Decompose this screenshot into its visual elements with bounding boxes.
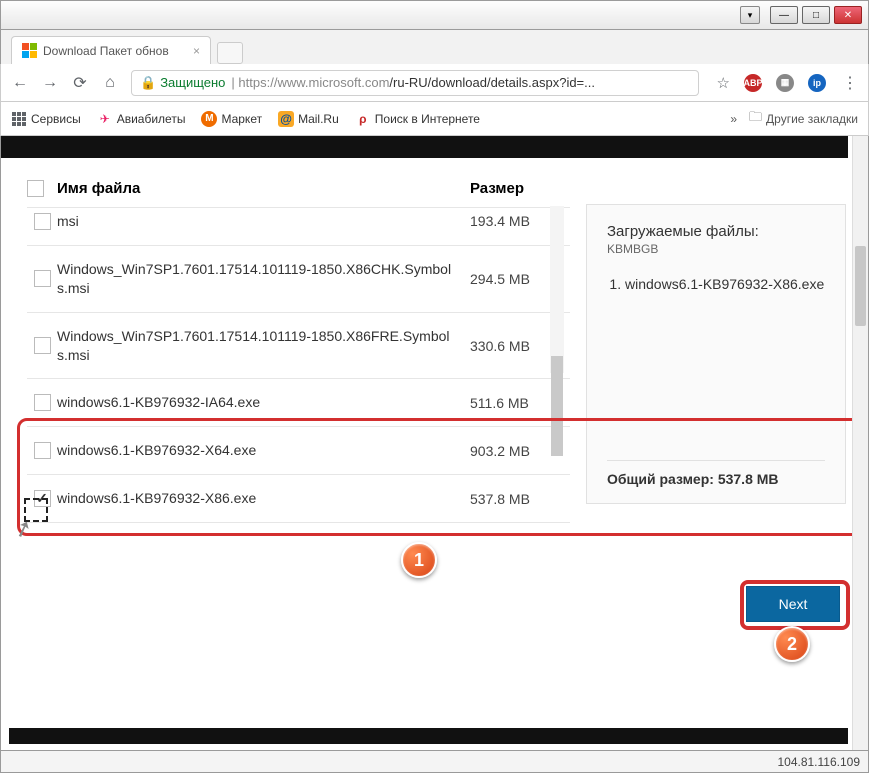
step-badge-1: 1 [401, 542, 437, 578]
bookmarks-overflow-button[interactable]: » [730, 112, 737, 126]
table-row[interactable]: windows6.1-KB976932-IA64.exe 511.6 MB [27, 379, 570, 427]
summary-total: Общий размер: 537.8 MB [607, 460, 825, 487]
page-header-band [1, 136, 848, 158]
table-header-row: Имя файла Размер [27, 174, 570, 208]
browser-toolbar: ← → ⟳ ⌂ 🔒 Защищено | https://www.microso… [0, 64, 869, 102]
url-path: /ru-RU/download/details.aspx?id=... [389, 75, 595, 90]
row-checkbox[interactable] [34, 337, 51, 354]
maximize-button[interactable]: □ [802, 6, 830, 24]
page-viewport: Имя файла Размер msi 193.4 MB Windows_Wi… [0, 136, 869, 751]
files-column: Имя файла Размер msi 193.4 MB Windows_Wi… [9, 164, 578, 523]
scrollbar-thumb[interactable] [551, 356, 563, 456]
table-row[interactable]: Windows_Win7SP1.7601.17514.101119-1850.X… [27, 313, 570, 380]
col-filename: Имя файла [57, 180, 470, 197]
step-badge-2: 2 [774, 626, 810, 662]
download-summary-panel: Загружаемые файлы: KBMBGB windows6.1-KB9… [586, 204, 846, 504]
extension-3-icon[interactable]: ip [808, 74, 826, 92]
viewport-scrollbar[interactable] [852, 136, 868, 750]
bookmark-mailru[interactable]: @Mail.Ru [278, 111, 339, 127]
secure-label: Защищено [160, 75, 225, 90]
home-button[interactable]: ⌂ [101, 74, 119, 92]
file-name: Windows_Win7SP1.7601.17514.101119-1850.X… [57, 327, 470, 365]
apps-icon [11, 111, 27, 127]
table-row[interactable]: msi 193.4 MB [27, 208, 570, 246]
scrollbar-thumb[interactable] [855, 246, 866, 326]
url-host: https://www.microsoft.com [238, 75, 389, 90]
status-bar: 104.81.116.109 [0, 751, 869, 773]
inner-scrollbar[interactable] [550, 206, 564, 373]
summary-subtitle: KBMBGB [607, 242, 825, 256]
market-icon: M [201, 111, 217, 127]
close-button[interactable]: ✕ [834, 6, 862, 24]
row-checkbox[interactable] [34, 442, 51, 459]
browser-tabstrip: Download Пакет обнов × ⠀ [0, 30, 869, 64]
plus-icon: ⠀ [225, 45, 235, 62]
window-dropdown-button[interactable]: ▾ [740, 6, 760, 24]
row-checkbox[interactable] [34, 394, 51, 411]
summary-list-item: windows6.1-KB976932-X86.exe [625, 276, 825, 292]
plane-icon: ✈ [97, 111, 113, 127]
bookmark-search[interactable]: ρПоиск в Интернете [355, 111, 480, 127]
forward-button[interactable]: → [41, 74, 59, 92]
table-row[interactable]: Windows_Win7SP1.7601.17514.101119-1850.X… [27, 246, 570, 313]
file-name: windows6.1-KB976932-IA64.exe [57, 393, 470, 412]
extension-abp-icon[interactable]: ABP [744, 74, 762, 92]
summary-title: Загружаемые файлы: [607, 223, 825, 240]
bookmarks-bar: Сервисы ✈Авиабилеты MМаркет @Mail.Ru ρПо… [0, 102, 869, 136]
lock-icon: 🔒 [140, 75, 156, 91]
ms-favicon-icon [22, 43, 37, 58]
tab-close-icon[interactable]: × [193, 44, 200, 58]
mailru-icon: @ [278, 111, 294, 127]
tab-title: Download Пакет обнов [43, 44, 169, 58]
browser-tab-active[interactable]: Download Пакет обнов × [11, 36, 211, 64]
row-checkbox[interactable] [34, 490, 51, 507]
page-footer-band [9, 728, 848, 744]
minimize-button[interactable]: — [770, 6, 798, 24]
address-bar[interactable]: 🔒 Защищено | https://www.microsoft.com /… [131, 70, 699, 96]
table-row[interactable]: windows6.1-KB976932-X86.exe 537.8 MB [27, 475, 570, 523]
chevron-down-icon: ▾ [748, 10, 753, 21]
browser-menu-button[interactable]: ⋮ [842, 73, 858, 93]
bookmark-flights[interactable]: ✈Авиабилеты [97, 111, 186, 127]
file-name: msi [57, 212, 470, 231]
back-button[interactable]: ← [11, 74, 29, 92]
apps-shortcut[interactable]: Сервисы [11, 111, 81, 127]
folder-icon: 🗀 [749, 108, 762, 130]
extension-2-icon[interactable]: ▦ [776, 74, 794, 92]
reload-button[interactable]: ⟳ [71, 73, 89, 93]
row-checkbox[interactable] [34, 270, 51, 287]
bookmark-star-icon[interactable]: ☆ [717, 74, 730, 92]
row-checkbox[interactable] [34, 213, 51, 230]
other-bookmarks-button[interactable]: 🗀Другие закладки [749, 108, 858, 130]
new-tab-button[interactable]: ⠀ [217, 42, 243, 64]
status-ip: 104.81.116.109 [777, 755, 860, 769]
window-titlebar: ▾ — □ ✕ [0, 0, 869, 30]
select-all-checkbox[interactable] [27, 180, 44, 197]
col-size: Размер [470, 180, 570, 197]
table-row[interactable]: windows6.1-KB976932-X64.exe 903.2 MB [27, 427, 570, 475]
search-icon: ρ [355, 111, 371, 127]
file-name: Windows_Win7SP1.7601.17514.101119-1850.X… [57, 260, 470, 298]
bookmark-market[interactable]: MМаркет [201, 111, 262, 127]
next-button[interactable]: Next [746, 586, 840, 622]
file-name: windows6.1-KB976932-X64.exe [57, 441, 470, 460]
file-name: windows6.1-KB976932-X86.exe [57, 489, 470, 508]
file-size: 537.8 MB [470, 491, 570, 507]
